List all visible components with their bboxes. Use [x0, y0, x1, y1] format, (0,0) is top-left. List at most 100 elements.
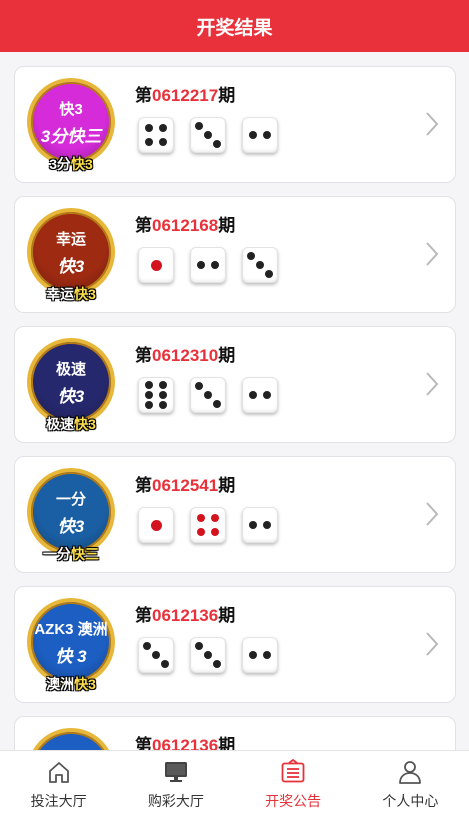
tab-betting-hall[interactable]: 投注大厅: [0, 751, 117, 820]
issue-code: 0612168: [152, 216, 219, 235]
issue-code: 0612310: [152, 346, 219, 365]
die-pip: [150, 519, 162, 531]
lottery-card[interactable]: 幸运 快3 幸运快3 第0612168期: [14, 196, 456, 313]
die-pip: [143, 642, 152, 651]
die-face-2: [242, 377, 278, 413]
tab-label: 购彩大厅: [147, 793, 204, 809]
caption-prefix: 极速: [46, 416, 75, 432]
caption-prefix: 澳洲: [46, 676, 75, 692]
lottery-logo: 幸运 快3 幸运快3: [24, 208, 118, 302]
die-pip: [264, 269, 273, 278]
lottery-result-list[interactable]: 快3 3分快三 3分快3 第0612217期 幸运 快3 幸运快3 第0612168期 极速 快3…: [0, 52, 469, 750]
die-pip: [248, 391, 257, 399]
lottery-card[interactable]: 快3 3分快三 3分快3 第0612217期: [14, 66, 456, 183]
die-face-3: [242, 247, 278, 283]
issue-prefix: 第: [135, 476, 152, 495]
bottom-tab-bar: 投注大厅 购彩大厅 开奖公告 个人中心: [0, 750, 469, 820]
logo-caption: 极速快3: [24, 414, 118, 434]
die-pip: [211, 261, 220, 269]
monitor-icon: [164, 762, 187, 782]
logo-caption: 一分快三: [24, 544, 118, 564]
logo-top-text: AZK3 澳洲: [34, 621, 108, 638]
caption-suffix: 快3: [74, 286, 96, 302]
die-face-2: [242, 117, 278, 153]
logo-top-text: 快3: [59, 101, 83, 118]
die-pip: [159, 138, 168, 147]
die-pip: [248, 521, 257, 529]
lottery-logo: AZK3 澳洲快 3 澳洲快3: [24, 598, 118, 692]
tab-draw-announcement[interactable]: 开奖公告: [235, 751, 352, 820]
tab-label: 开奖公告: [265, 793, 322, 809]
die-pip: [211, 528, 220, 537]
die-pip: [196, 261, 205, 269]
caption-suffix: 快3: [71, 156, 93, 172]
issue-number: 第0612310期: [135, 341, 235, 366]
die-pip: [204, 391, 212, 399]
die-pip: [150, 259, 162, 271]
issue-code: 0612541: [152, 476, 219, 495]
lottery-card[interactable]: AZK3 澳洲快 3 澳洲快3 第0612136期: [14, 586, 456, 703]
caption-prefix: 幸运: [46, 286, 75, 302]
chevron-right-icon[interactable]: [425, 501, 439, 527]
home-icon: [48, 762, 69, 783]
die-pip: [158, 381, 167, 390]
tab-personal-center[interactable]: 个人中心: [352, 751, 469, 820]
issue-code: 0612136: [152, 736, 219, 750]
logo-disc: [27, 728, 115, 750]
chevron-right-icon[interactable]: [425, 631, 439, 657]
die-face-2: [242, 507, 278, 543]
die-pip: [248, 651, 257, 659]
die-face-2: [242, 637, 278, 673]
die-pip: [160, 659, 169, 668]
caption-suffix: 快3: [74, 676, 96, 692]
die-face-1: [138, 507, 174, 543]
die-face-3: [190, 637, 226, 673]
die-pip: [256, 261, 264, 269]
logo-top-text: 幸运: [55, 231, 86, 248]
die-pip: [196, 528, 205, 537]
dice-result: [138, 507, 278, 543]
chevron-right-icon[interactable]: [425, 111, 439, 137]
die-pip: [248, 131, 257, 139]
announcement-icon: [281, 759, 305, 783]
die-pip: [263, 131, 272, 139]
logo-sub-text: 快3: [57, 517, 85, 536]
logo-top-text: 一分: [55, 491, 86, 508]
page-header: 开奖结果: [0, 0, 469, 52]
issue-suffix: 期: [218, 216, 236, 235]
die-pip: [263, 391, 272, 399]
logo-sub-text: 快3: [57, 257, 85, 276]
issue-suffix: 期: [218, 346, 236, 365]
logo-caption: 3分快3: [24, 154, 118, 174]
die-face-1: [138, 247, 174, 283]
dice-result: [138, 637, 278, 673]
issue-number: 第0612541期: [135, 471, 235, 496]
issue-prefix: 第: [135, 606, 152, 625]
die-pip: [263, 521, 272, 529]
lottery-logo: 快3 3分快三 3分快3: [24, 78, 118, 172]
issue-suffix: 期: [218, 476, 236, 495]
issue-prefix: 第: [135, 216, 152, 235]
issue-code: 0612136: [152, 606, 219, 625]
dice-result: [138, 377, 278, 413]
logo-top-text: 极速: [55, 361, 86, 378]
die-pip: [196, 513, 205, 522]
die-pip: [212, 659, 221, 668]
chevron-right-icon[interactable]: [425, 371, 439, 397]
die-pip: [145, 391, 154, 399]
logo-caption: 幸运快3: [24, 284, 118, 304]
lottery-card[interactable]: 第0612136期: [14, 716, 456, 750]
logo-sub-text: 快 3: [55, 647, 87, 666]
die-pip: [145, 400, 154, 409]
lottery-card[interactable]: 极速 快3 极速快3 第0612310期: [14, 326, 456, 443]
chevron-right-icon[interactable]: [425, 241, 439, 267]
issue-number: 第0612136期: [135, 601, 235, 626]
lottery-logo: 一分快3 一分快三: [24, 468, 118, 562]
die-pip: [195, 642, 204, 651]
tab-lottery-hall[interactable]: 购彩大厅: [117, 751, 234, 820]
die-pip: [145, 381, 154, 390]
lottery-card[interactable]: 一分快3 一分快三 第0612541期: [14, 456, 456, 573]
issue-number: 第0612168期: [135, 211, 235, 236]
issue-suffix: 期: [218, 606, 236, 625]
issue-suffix: 期: [218, 736, 236, 750]
